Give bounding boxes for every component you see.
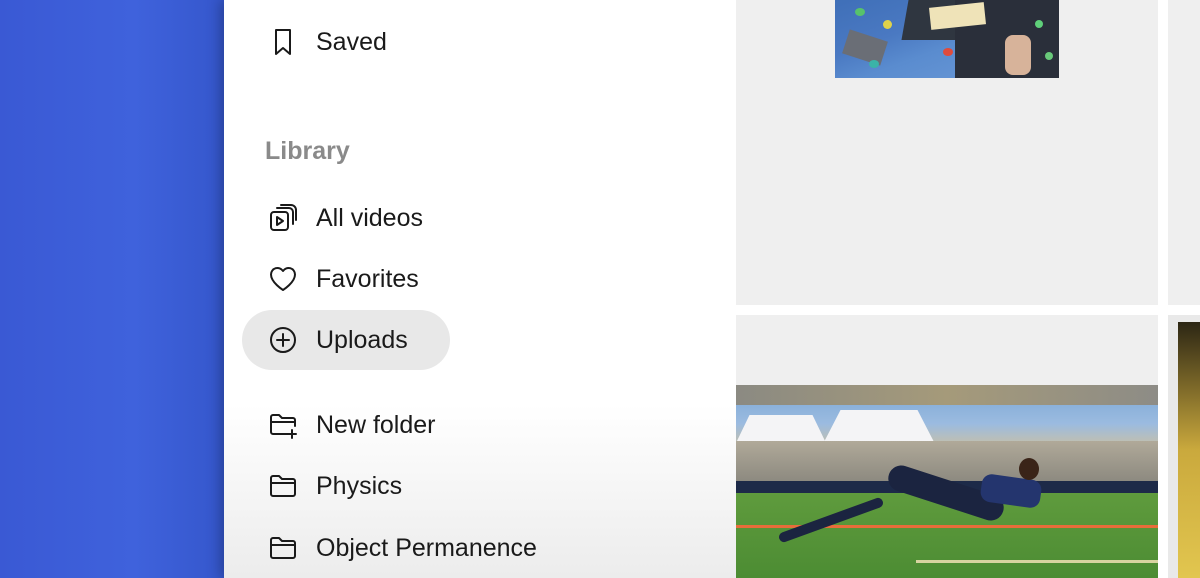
sidebar-item-physics[interactable]: Physics — [242, 456, 426, 516]
video-tile[interactable] — [1168, 0, 1200, 305]
video-grid — [736, 0, 1200, 578]
library-section-title: Library — [265, 137, 350, 165]
sidebar-item-saved[interactable]: Saved — [242, 12, 411, 72]
video-library-icon — [266, 201, 300, 235]
sidebar-item-label: Favorites — [316, 264, 419, 293]
sidebar-item-object-permanence[interactable]: Object Permanence — [242, 518, 561, 578]
sidebar-item-new-folder[interactable]: New folder — [242, 395, 460, 455]
sidebar-item-label: Physics — [316, 471, 403, 500]
folder-icon — [266, 531, 300, 565]
folder-plus-icon — [266, 408, 300, 442]
sidebar-item-label: Saved — [316, 27, 387, 56]
desktop-background — [0, 0, 224, 578]
video-tile[interactable] — [736, 0, 1158, 305]
video-thumbnail[interactable] — [835, 0, 1059, 78]
sidebar: Saved Library All videos Favorites Uploa… — [224, 0, 736, 578]
sidebar-item-label: Object Permanence — [316, 533, 537, 562]
bookmark-icon — [266, 25, 300, 59]
sidebar-item-label: All videos — [316, 203, 423, 232]
sidebar-item-uploads[interactable]: Uploads — [242, 310, 450, 370]
sidebar-item-all-videos[interactable]: All videos — [242, 188, 447, 248]
video-thumbnail[interactable] — [736, 385, 1158, 578]
sidebar-item-label: New folder — [316, 410, 436, 439]
sidebar-item-favorites[interactable]: Favorites — [242, 249, 443, 309]
folder-icon — [266, 469, 300, 503]
plus-circle-icon — [266, 323, 300, 357]
video-thumbnail-partial[interactable] — [1178, 322, 1200, 578]
sidebar-item-label: Uploads — [316, 325, 408, 354]
heart-icon — [266, 262, 300, 296]
